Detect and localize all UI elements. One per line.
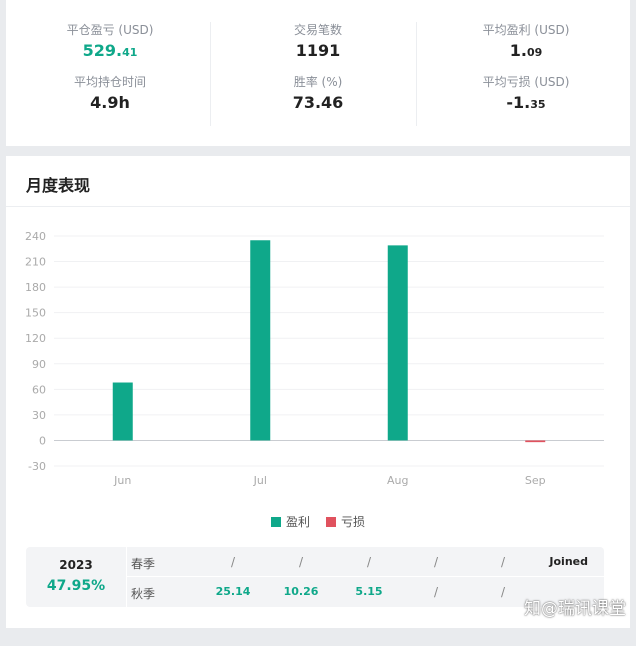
y-tick-label: 30 [32,409,46,422]
season-cell: / [433,555,439,569]
page: 平仓盈亏 (USD) 529.41 交易笔数 1191 平均盈利 (USD) 1… [6,0,630,646]
season-cell: / [500,585,506,599]
legend-label: 亏损 [341,515,366,529]
stat-label: 交易笔数 [293,23,342,37]
x-tick-label: Jul [253,474,267,487]
season-cell: / [366,555,372,569]
stat-closed-pnl: 平仓盈亏 (USD) 529.41 [6,22,214,64]
y-tick-label: 210 [25,256,46,269]
stat-value: -1.35 [506,93,546,112]
stat-value: 4.9h [90,93,130,112]
title-divider [6,206,630,207]
bar-jul [250,240,271,441]
legend-label: 盈利 [285,515,310,529]
stat-label: 平均亏损 (USD) [482,75,570,89]
section-title: 月度表现 [26,176,91,195]
stat-value: 529.41 [82,41,138,60]
season-year-box: 2023 47.95% [26,547,126,607]
stat-avg-hold-time: 平均持仓时间 4.9h [6,74,214,114]
x-tick-label: Aug [387,474,408,487]
season-name: 秋季 [131,587,156,601]
stat-avg-profit: 平均盈利 (USD) 1.09 [422,22,630,64]
stat-value: 1191 [295,41,341,60]
stat-label: 平仓盈亏 (USD) [66,23,154,37]
y-tick-label: 60 [32,383,46,396]
legend-swatch-profit [270,516,281,527]
y-tick-label: 150 [25,307,46,320]
stat-win-rate: 胜率 (%) 73.46 [214,74,422,114]
stat-avg-loss: 平均亏损 (USD) -1.35 [422,74,630,116]
stat-label: 平均盈利 (USD) [482,23,570,37]
watermark: 知@瑞讯课堂 [524,599,626,619]
y-tick-label: 90 [32,358,46,371]
legend-item-profit[interactable]: 盈利 [270,513,310,530]
stats-card: 平仓盈亏 (USD) 529.41 交易笔数 1191 平均盈利 (USD) 1… [6,0,630,146]
season-year: 2023 [59,558,93,572]
season-cell: / [433,585,439,599]
season-row-spring: 春季 / / / / / Joined [126,547,604,577]
season-cell: 10.26 [283,585,319,598]
season-year-return: 47.95% [46,578,106,594]
season-cell: 5.15 [355,585,383,598]
bar-sep [525,440,546,443]
bar-aug [387,245,408,441]
column-divider [210,22,211,126]
chart-legend: 盈利 亏损 [6,513,630,530]
column-divider [416,22,417,126]
stat-label: 胜率 (%) [293,75,343,89]
y-tick-label: 0 [39,434,46,447]
y-tick-label: 120 [25,332,46,345]
y-tick-label: 180 [25,281,46,294]
stat-value: 1.09 [509,41,543,60]
y-tick-label: -30 [28,460,46,473]
monthly-bar-chart: -30 0 30 60 90 120 150 180 210 240 Jun Jul Aug Sep [25,230,604,487]
x-tick-label: Jun [113,474,131,487]
joined-label: Joined [549,555,588,568]
y-tick-label: 240 [25,230,46,243]
stat-label: 平均持仓时间 [73,75,146,89]
legend-swatch-loss [326,516,336,527]
stat-trade-count: 交易笔数 1191 [214,22,422,62]
season-cell: 25.14 [215,585,251,598]
monthly-performance-card: 月度表现 -30 0 30 60 90 120 150 180 210 240 Jun Jul Aug S… [6,156,630,628]
season-cell: / [298,555,304,569]
season-cell: / [500,555,506,569]
stat-value: 73.46 [292,93,344,112]
season-cell: / [230,555,236,569]
legend-item-loss[interactable]: 亏损 [326,513,365,530]
bar-jun [112,382,133,441]
season-name: 春季 [131,557,156,571]
season-table: 2023 47.95% 春季 / / / / / Joined 秋季 25.14… [26,547,604,607]
x-tick-label: Sep [525,474,546,487]
